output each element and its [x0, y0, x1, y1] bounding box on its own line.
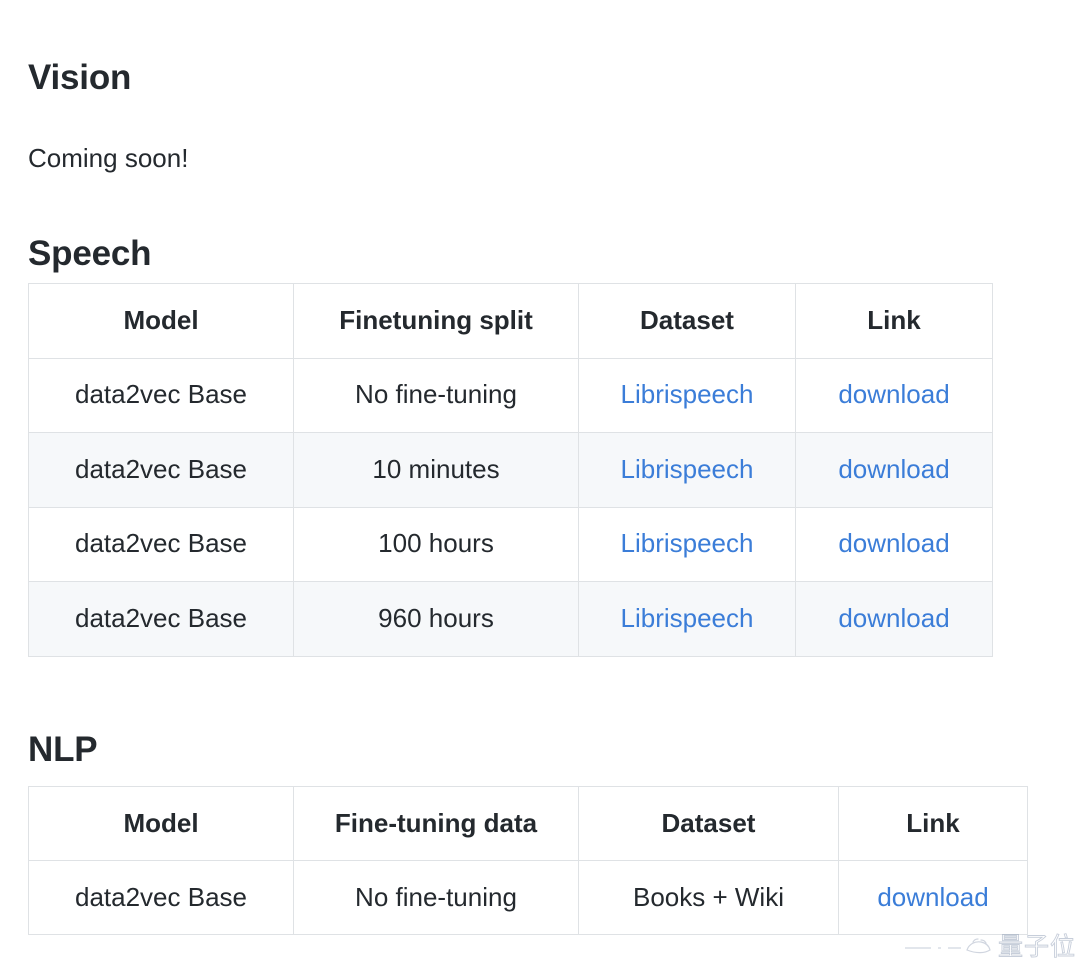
cell-finetuning-split: No fine-tuning — [293, 357, 579, 433]
section-heading-nlp: NLP — [28, 730, 98, 770]
column-header-model: Model — [28, 786, 294, 861]
cell-model: data2vec Base — [28, 581, 294, 657]
cell-link: download — [795, 506, 993, 582]
column-header-dataset: Dataset — [578, 786, 839, 861]
table-row: data2vec Base 10 minutes Librispeech dow… — [28, 432, 993, 508]
download-link[interactable]: download — [838, 454, 949, 484]
column-header-model: Model — [28, 283, 294, 359]
cell-model: data2vec Base — [28, 357, 294, 433]
dataset-link-librispeech[interactable]: Librispeech — [621, 379, 754, 409]
section-heading-speech: Speech — [28, 234, 152, 274]
table-header-row: Model Fine-tuning data Dataset Link — [28, 786, 1028, 861]
table-row: data2vec Base 100 hours Librispeech down… — [28, 506, 993, 582]
cell-link: download — [838, 860, 1028, 935]
vision-body-text: Coming soon! — [28, 143, 189, 173]
nlp-models-table: Model Fine-tuning data Dataset Link data… — [28, 786, 1028, 935]
cell-model: data2vec Base — [28, 432, 294, 508]
download-link[interactable]: download — [838, 603, 949, 633]
download-link[interactable]: download — [838, 379, 949, 409]
cell-finetuning-split: 100 hours — [293, 506, 579, 582]
column-header-link: Link — [838, 786, 1028, 861]
table-row: data2vec Base 960 hours Librispeech down… — [28, 581, 993, 657]
cell-dataset: Librispeech — [578, 432, 796, 508]
cell-dataset: Librispeech — [578, 581, 796, 657]
cell-finetuning-split: 10 minutes — [293, 432, 579, 508]
section-heading-vision: Vision — [28, 58, 132, 98]
table-row: data2vec Base No fine-tuning Librispeech… — [28, 357, 993, 433]
cell-dataset: Books + Wiki — [578, 860, 839, 935]
dataset-link-librispeech[interactable]: Librispeech — [621, 603, 754, 633]
table-header-row: Model Finetuning split Dataset Link — [28, 283, 993, 359]
download-link[interactable]: download — [838, 528, 949, 558]
document-page: Vision Coming soon! Speech Model Finetun… — [0, 0, 1080, 979]
column-header-finetuning-split: Finetuning split — [293, 283, 579, 359]
download-link[interactable]: download — [877, 882, 988, 912]
cell-dataset: Librispeech — [578, 357, 796, 433]
column-header-link: Link — [795, 283, 993, 359]
cell-fine-tuning-data: No fine-tuning — [293, 860, 579, 935]
cell-model: data2vec Base — [28, 506, 294, 582]
dataset-link-librispeech[interactable]: Librispeech — [621, 528, 754, 558]
column-header-fine-tuning-data: Fine-tuning data — [293, 786, 579, 861]
cell-link: download — [795, 432, 993, 508]
column-header-dataset: Dataset — [578, 283, 796, 359]
cell-model: data2vec Base — [28, 860, 294, 935]
cell-dataset: Librispeech — [578, 506, 796, 582]
watermark-label: 量子位 — [998, 932, 1076, 961]
cell-link: download — [795, 581, 993, 657]
speech-models-table: Model Finetuning split Dataset Link data… — [28, 283, 993, 657]
dataset-link-librispeech[interactable]: Librispeech — [621, 454, 754, 484]
cell-link: download — [795, 357, 993, 433]
table-row: data2vec Base No fine-tuning Books + Wik… — [28, 860, 1028, 935]
cell-finetuning-split: 960 hours — [293, 581, 579, 657]
